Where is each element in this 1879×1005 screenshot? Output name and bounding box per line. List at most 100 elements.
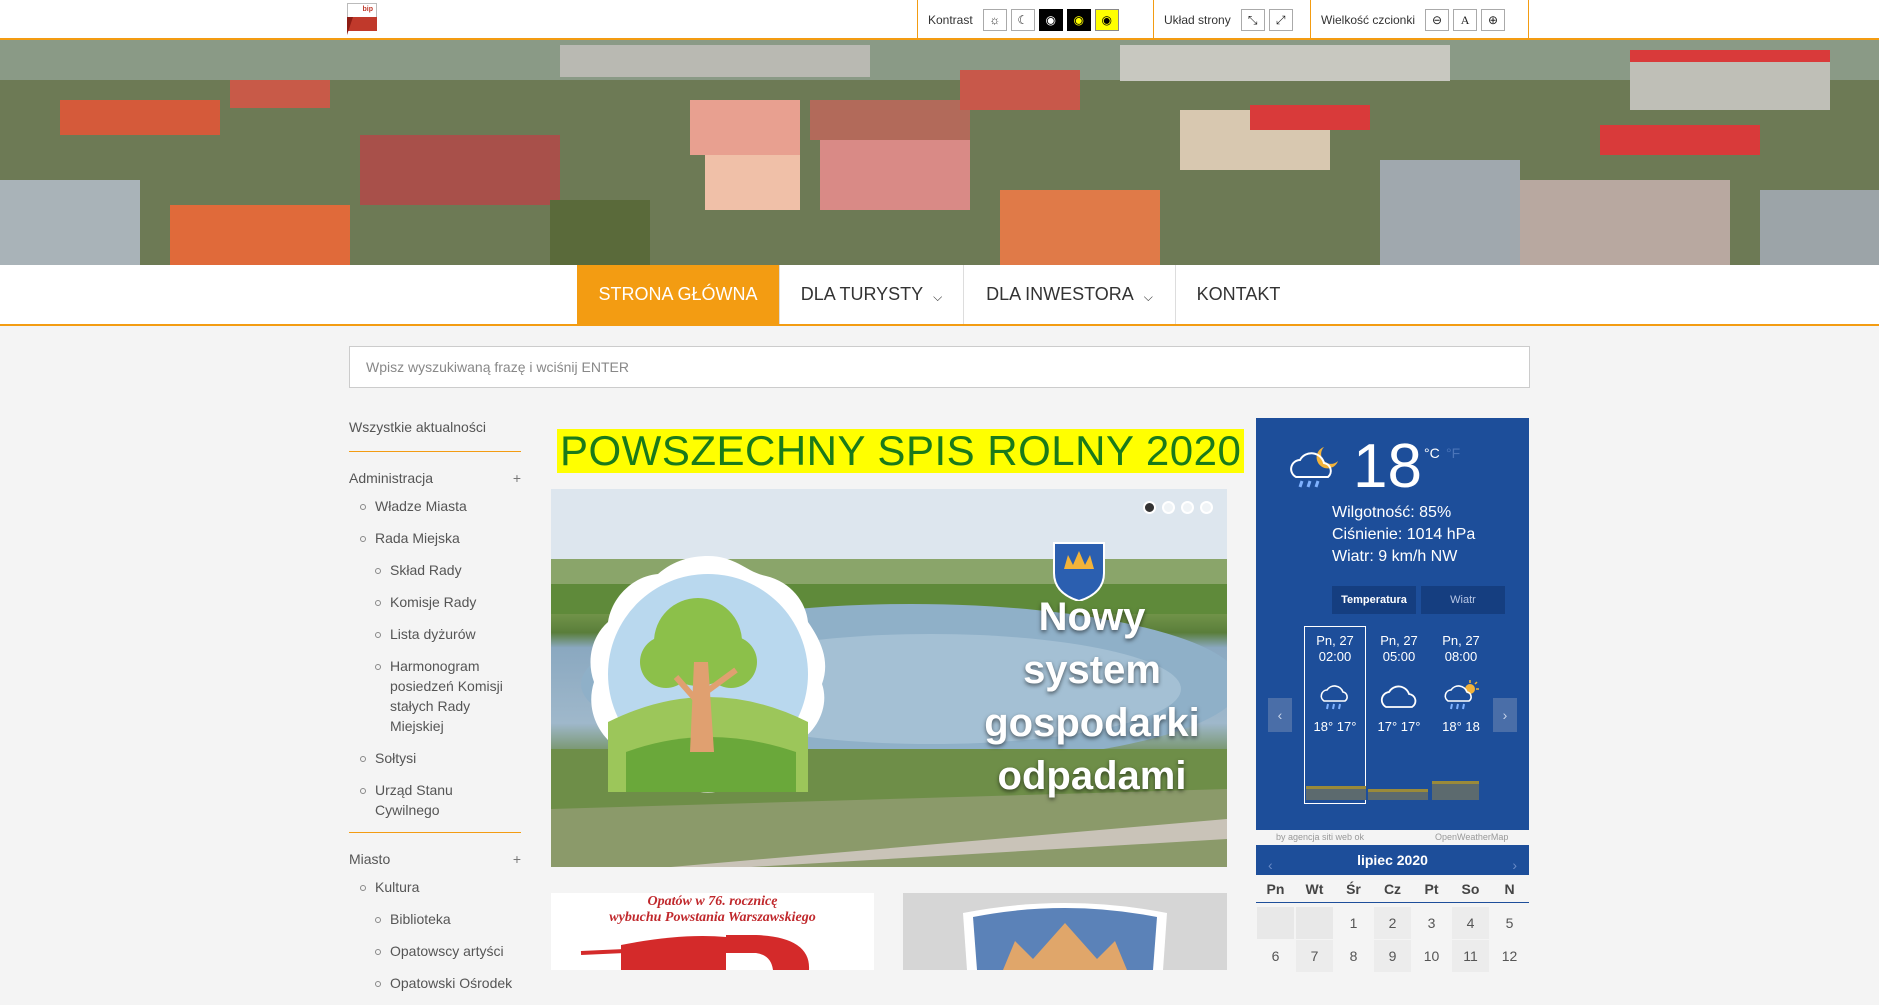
forecast-slot[interactable]: Pn, 27 05:00 17° 17° xyxy=(1368,626,1430,735)
forecast-prev-button[interactable]: ‹ xyxy=(1268,698,1292,732)
calendar-day[interactable]: 11 xyxy=(1452,940,1489,972)
sidebar-section-miasto[interactable]: Miasto + xyxy=(349,847,521,871)
slider-dots xyxy=(1143,501,1213,514)
calendar-day[interactable]: 1 xyxy=(1335,907,1372,939)
calendar-day[interactable]: 6 xyxy=(1257,940,1294,972)
calendar-day[interactable]: 7 xyxy=(1296,940,1333,972)
calendar-prev-icon[interactable]: ‹ xyxy=(1268,857,1273,873)
weather-widget: 18 °C °F Wilgotność: 85% Ciśnienie: 1014… xyxy=(1256,418,1529,830)
calendar-day[interactable]: 10 xyxy=(1413,940,1450,972)
chevron-left-icon: ‹ xyxy=(1277,707,1283,723)
sidebar-section-label: Miasto xyxy=(349,851,391,867)
calendar-day[interactable]: 9 xyxy=(1374,940,1411,972)
news-slider[interactable]: Nowy system gospodarki odpadami xyxy=(551,489,1227,867)
nav-investor-label: DLA INWESTORA xyxy=(986,284,1134,304)
calendar-day[interactable]: 3 xyxy=(1413,907,1450,939)
slider-dot[interactable] xyxy=(1143,501,1156,514)
expand-plus-icon[interactable]: + xyxy=(513,466,521,490)
calendar-day xyxy=(1296,907,1333,939)
nav-contact[interactable]: KONTAKT xyxy=(1176,265,1301,324)
collapse-icon: ⤡ xyxy=(1247,12,1258,27)
calendar-day[interactable]: 5 xyxy=(1491,907,1528,939)
nav-contact-label: KONTAKT xyxy=(1196,284,1281,304)
unit-celsius[interactable]: °C xyxy=(1424,445,1440,461)
slider-dot[interactable] xyxy=(1200,501,1213,514)
calendar-weekdays: Pn Wt Śr Cz Pt So N xyxy=(1256,875,1529,903)
accessibility-toolbar: bip Kontrast ☼ ☾ ◉ ◉ ◉ Układ strony ⤡ ⤢ … xyxy=(0,0,1879,40)
sidebar-list: Władze Miasta Rada Miejska Skład Rady Ko… xyxy=(349,496,521,820)
weather-tabs: Temperatura Wiatr xyxy=(1332,586,1505,614)
sidebar-item[interactable]: Rada Miejska xyxy=(349,528,521,548)
sidebar-item[interactable]: Lista dyżurów xyxy=(349,624,521,644)
contrast-black-yellow-button[interactable]: ◉ xyxy=(1066,9,1091,31)
contrast-yellow-black-button[interactable]: ◉ xyxy=(1094,9,1119,31)
wind: Wiatr: 9 km/h NW xyxy=(1332,548,1458,565)
nav-tourist[interactable]: DLA TURYSTY ⌵ xyxy=(779,265,964,324)
eye-icon: ◉ xyxy=(1073,13,1084,27)
calendar-day xyxy=(1257,907,1294,939)
calendar-month: lipiec 2020 xyxy=(1357,852,1428,868)
main-headline[interactable]: POWSZECHNY SPIS ROLNY 2020 xyxy=(557,429,1245,473)
temperature-bar xyxy=(1368,789,1428,800)
calendar-day[interactable]: 2 xyxy=(1374,907,1411,939)
unit-fahrenheit[interactable]: °F xyxy=(1446,445,1460,461)
main-navigation: STRONA GŁÓWNA DLA TURYSTY ⌵ DLA INWESTOR… xyxy=(0,265,1879,326)
calendar-grid: 1 2 3 4 5 6 7 8 9 10 11 12 xyxy=(1256,907,1529,972)
nav-investor[interactable]: DLA INWESTORA ⌵ xyxy=(964,265,1176,324)
event-calendar: ‹ lipiec 2020 › Pn Wt Śr Cz Pt So N 1 2 … xyxy=(1256,845,1529,972)
forecast-slot[interactable]: Pn, 27 08:00 18° 18 xyxy=(1430,626,1492,735)
contrast-black-white-button[interactable]: ◉ xyxy=(1038,9,1063,31)
sidebar-item[interactable]: Kultura xyxy=(349,877,521,897)
search-input[interactable] xyxy=(349,346,1530,388)
sidebar-item[interactable]: Biblioteka xyxy=(349,909,521,929)
tree-icon xyxy=(590,556,826,793)
sidebar-list: Kultura Biblioteka Opatowscy artyści Opa… xyxy=(349,877,521,993)
pressure: Ciśnienie: 1014 hPa xyxy=(1332,526,1476,543)
forecast-slot[interactable]: Pn, 27 02:00 18° 17° xyxy=(1304,626,1366,804)
layout-wide-button[interactable]: ⤢ xyxy=(1268,9,1293,31)
bip-logo[interactable]: bip xyxy=(347,3,377,35)
nav-home[interactable]: STRONA GŁÓWNA xyxy=(577,265,779,324)
font-increase-button[interactable]: ⊕ xyxy=(1481,9,1506,31)
chevron-right-icon: › xyxy=(1502,707,1508,723)
sidebar-item[interactable]: Opatowscy artyści xyxy=(349,941,521,961)
temperature-bar xyxy=(1306,786,1366,800)
expand-plus-icon[interactable]: + xyxy=(513,847,521,871)
sidebar-item[interactable]: Władze Miasta xyxy=(349,496,521,516)
sidebar-item[interactable]: Urząd Stanu Cywilnego xyxy=(349,780,521,820)
thumb-title-line1: Opatów w 76. rocznicę xyxy=(647,894,778,909)
sidebar-item[interactable]: Harmonogram posiedzeń Komisji stałych Ra… xyxy=(349,656,521,736)
sidebar-item[interactable]: Skład Rady xyxy=(349,560,521,580)
layout-narrow-button[interactable]: ⤡ xyxy=(1240,9,1265,31)
sidebar-section-label: Administracja xyxy=(349,470,434,486)
tab-temperature[interactable]: Temperatura xyxy=(1332,586,1416,614)
sidebar-section-administracja[interactable]: Administracja + xyxy=(349,466,521,490)
contrast-light-button[interactable]: ☼ xyxy=(982,9,1007,31)
bip-logo-text: bip xyxy=(347,3,377,17)
uprising-symbol-icon xyxy=(580,935,810,970)
font-default-button[interactable]: A xyxy=(1453,9,1478,31)
weather-credit[interactable]: by agencja siti web ok xyxy=(1276,832,1364,842)
eye-icon: ◉ xyxy=(1045,13,1056,27)
layout-label: Układ strony xyxy=(1164,13,1231,27)
nav-tourist-label: DLA TURYSTY xyxy=(800,284,924,304)
sidebar-item[interactable]: Opatowski Ośrodek xyxy=(349,973,521,993)
sidebar-item[interactable]: Komisje Rady xyxy=(349,592,521,612)
calendar-day[interactable]: 8 xyxy=(1335,940,1372,972)
slider-dot[interactable] xyxy=(1181,501,1194,514)
calendar-day[interactable]: 12 xyxy=(1491,940,1528,972)
calendar-day[interactable]: 4 xyxy=(1452,907,1489,939)
slider-dot[interactable] xyxy=(1162,501,1175,514)
forecast-next-button[interactable]: › xyxy=(1493,698,1517,732)
sidebar-all-news[interactable]: Wszystkie aktualności xyxy=(349,410,521,452)
news-thumbnail-uprising[interactable]: Opatów w 76. rocznicę wybuchu Powstania … xyxy=(551,893,874,970)
weather-source[interactable]: OpenWeatherMap xyxy=(1435,832,1508,842)
font-decrease-button[interactable]: ⊖ xyxy=(1425,9,1450,31)
news-thumbnail-crest[interactable] xyxy=(903,893,1227,970)
calendar-next-icon[interactable]: › xyxy=(1512,857,1517,873)
night-rain-icon xyxy=(1320,681,1352,710)
tab-wind[interactable]: Wiatr xyxy=(1421,586,1505,614)
contrast-dark-button[interactable]: ☾ xyxy=(1010,9,1035,31)
expand-icon: ⤢ xyxy=(1275,12,1286,27)
sidebar-item[interactable]: Sołtysi xyxy=(349,748,521,768)
